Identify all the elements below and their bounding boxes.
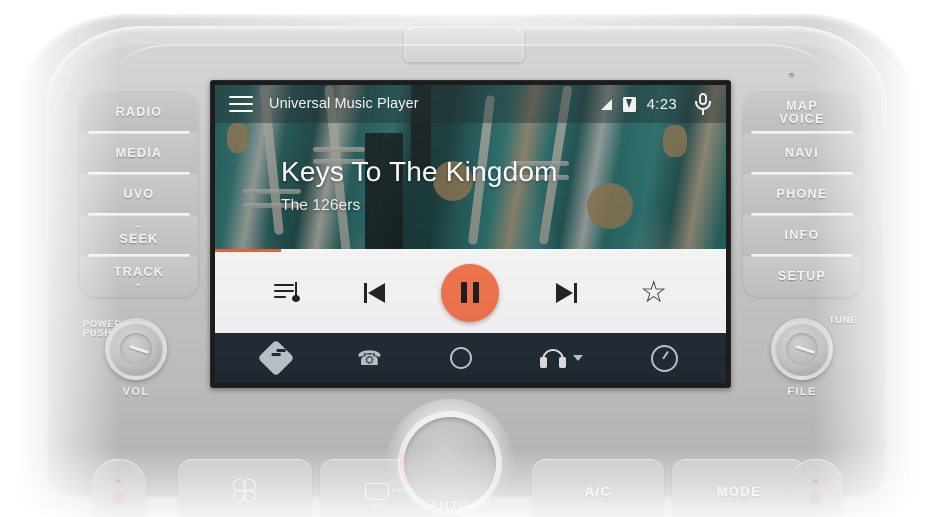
track-button-label: TRACK [113,265,165,280]
tune-label: TUNE [828,315,857,326]
voice-button-label: VOICE [779,111,825,126]
setup-button-label: SETUP [777,269,827,284]
phone-icon: ☎ [357,347,382,370]
head-unit-bezel: Universal Music Player 4:23 Keys To The … [210,80,731,388]
home-icon [449,347,472,369]
setup-button[interactable]: SETUP [743,254,861,297]
sync-status-icon [622,96,636,112]
status-clock: 4:23 [646,95,677,113]
car-dashboard: RADIO MEDIA UVO ⌃ SEEK TRACK ⌄ POWER PUS… [0,0,933,517]
climate-control-row: ⌃♨ FRONT AUTO A/C MODE ⌃♨ [70,399,865,517]
file-label: FILE [787,386,817,398]
uvo-button-label: UVO [123,187,155,202]
mode-button[interactable]: MODE [672,459,806,517]
auto-climate-label: AUTO [429,499,471,513]
media-source-button[interactable] [539,348,583,368]
temperature-knob-dial[interactable] [404,417,496,509]
chevron-up-icon: ⌃ [134,224,144,235]
map-voice-button[interactable]: MAP VOICE [743,92,861,133]
seat-heater-icon: ⌃ ♨ [808,478,824,506]
knob-pointer [129,344,149,355]
dashboard-hood-seam [120,44,820,70]
favorite-button[interactable]: ☆ [631,270,677,316]
fan-button[interactable] [178,459,312,517]
app-title: Universal Music Player [269,96,419,112]
headphones-icon [539,348,566,368]
microphone-icon[interactable] [694,93,712,115]
left-button-stack: RADIO MEDIA UVO ⌃ SEEK TRACK ⌄ [80,92,198,297]
phone-button-label: PHONE [776,187,828,202]
right-seat-heater-button[interactable]: ⌃ ♨ [789,459,843,517]
map-button-label: MAP [786,98,818,113]
ac-button-label: A/C [584,483,612,499]
info-button[interactable]: INFO [743,213,861,256]
volume-knob-group[interactable]: POWER PUSH VOL [83,318,167,398]
media-button[interactable]: MEDIA [80,131,198,174]
star-outline-icon: ☆ [640,275,668,309]
uvo-button[interactable]: UVO [80,172,198,215]
track-artist: The 126ers [281,196,361,214]
status-bar-right-group: 4:23 [600,93,712,115]
seat-heater-icon: ⌃ ♨ [111,478,127,506]
tune-knob-group[interactable]: TUNE FILE [771,316,856,398]
navigation-directions-button[interactable] [257,339,295,377]
head-unit-screen[interactable]: Universal Music Player 4:23 Keys To The … [215,85,726,383]
navi-button-label: NAVI [784,146,820,161]
queue-music-icon [274,281,301,304]
track-button[interactable]: TRACK ⌄ [80,254,198,297]
status-bar: Universal Music Player 4:23 [215,85,726,123]
previous-button[interactable] [353,270,399,316]
temperature-knob[interactable]: AUTO [386,399,514,517]
fan-icon [232,478,258,504]
directions-icon [257,339,295,377]
seek-button-label: SEEK [119,232,159,247]
now-playing-info: Keys To The Kingdom The 126ers [281,156,706,215]
queue-button[interactable] [264,270,310,316]
track-title: Keys To The Kingdom [281,156,558,187]
info-button-label: INFO [784,228,820,243]
volume-knob-label: VOL [122,386,150,398]
chevron-down-icon [572,355,583,361]
radio-button[interactable]: RADIO [80,92,198,133]
phone-nav-button[interactable]: ☎ [357,346,382,371]
knob-pointer [795,344,815,355]
system-nav-bar: ☎ [215,333,726,383]
skip-previous-icon [363,282,388,303]
player-control-bar: ☆ [215,249,726,333]
left-seat-heater-button[interactable]: ⌃ ♨ [92,459,146,517]
transport-controls: ☆ [215,252,726,333]
gauge-icon [650,344,678,372]
dashboard-sensor-hole [789,73,794,78]
seek-button[interactable]: ⌃ SEEK [80,213,198,256]
tune-knob[interactable] [771,318,833,380]
hamburger-menu-icon[interactable] [229,95,253,113]
mode-button-label: MODE [716,483,762,499]
vehicle-info-button[interactable] [650,344,678,372]
volume-knob[interactable] [105,318,167,380]
home-button[interactable] [449,347,472,369]
chevron-down-icon: ⌄ [134,277,144,288]
signal-strength-icon [600,98,612,110]
next-button[interactable] [542,270,588,316]
right-button-stack: MAP VOICE NAVI PHONE INFO SETUP [743,92,861,297]
skip-next-icon [553,282,578,303]
pause-icon [461,282,480,303]
media-button-label: MEDIA [115,146,163,161]
radio-button-label: RADIO [115,105,163,120]
navi-button[interactable]: NAVI [743,131,861,174]
play-pause-button[interactable] [441,263,500,322]
ac-button[interactable]: A/C [532,459,664,517]
phone-button[interactable]: PHONE [743,172,861,215]
